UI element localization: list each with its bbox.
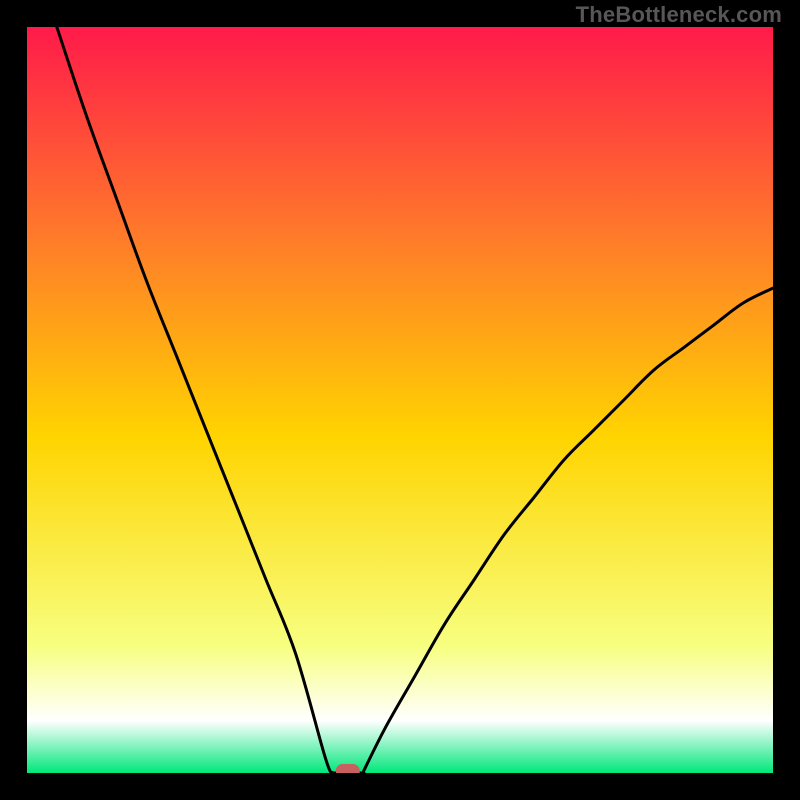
- gradient-background: [27, 27, 773, 773]
- bottleneck-chart: [27, 27, 773, 773]
- chart-frame: TheBottleneck.com: [0, 0, 800, 800]
- watermark-text: TheBottleneck.com: [576, 2, 782, 28]
- optimum-marker: [336, 764, 360, 773]
